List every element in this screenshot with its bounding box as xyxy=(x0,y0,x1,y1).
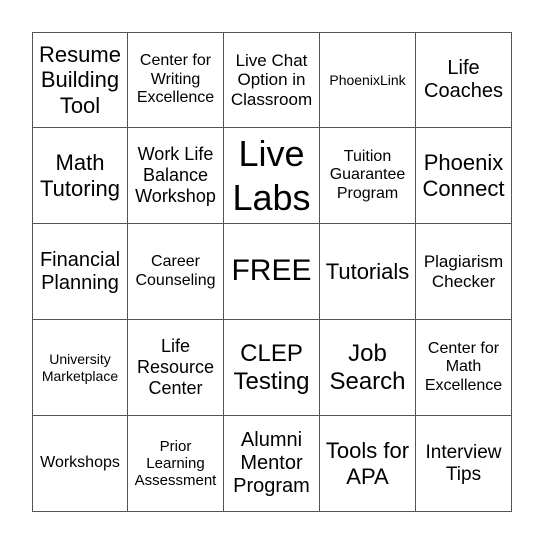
bingo-cell[interactable]: Workshops xyxy=(32,416,128,512)
bingo-cell[interactable]: Live Labs xyxy=(224,128,320,224)
bingo-cell[interactable]: Phoenix Connect xyxy=(416,128,512,224)
bingo-cell[interactable]: Work Life Balance Workshop xyxy=(128,128,224,224)
bingo-cell[interactable]: Interview Tips xyxy=(416,416,512,512)
bingo-cell[interactable]: Financial Planning xyxy=(32,224,128,320)
bingo-cell[interactable]: Center for Math Excellence xyxy=(416,320,512,416)
bingo-cell[interactable]: Life Resource Center xyxy=(128,320,224,416)
bingo-cell[interactable]: Alumni Mentor Program xyxy=(224,416,320,512)
free-space[interactable]: FREE xyxy=(224,224,320,320)
bingo-cell[interactable]: Math Tutoring xyxy=(32,128,128,224)
bingo-cell[interactable]: Prior Learning Assessment xyxy=(128,416,224,512)
bingo-cell[interactable]: Live Chat Option in Classroom xyxy=(224,32,320,128)
bingo-cell[interactable]: Job Search xyxy=(320,320,416,416)
bingo-cell[interactable]: Life Coaches xyxy=(416,32,512,128)
bingo-cell[interactable]: Center for Writing Excellence xyxy=(128,32,224,128)
bingo-cell[interactable]: Resume Building Tool xyxy=(32,32,128,128)
bingo-cell[interactable]: University Marketplace xyxy=(32,320,128,416)
bingo-cell[interactable]: CLEP Testing xyxy=(224,320,320,416)
bingo-cell[interactable]: Tuition Guarantee Program xyxy=(320,128,416,224)
bingo-cell[interactable]: Tutorials xyxy=(320,224,416,320)
bingo-cell[interactable]: Plagiarism Checker xyxy=(416,224,512,320)
bingo-cell[interactable]: Tools for APA xyxy=(320,416,416,512)
bingo-cell[interactable]: PhoenixLink xyxy=(320,32,416,128)
bingo-cell[interactable]: Career Counseling xyxy=(128,224,224,320)
bingo-card: Resume Building Tool Center for Writing … xyxy=(32,32,512,512)
